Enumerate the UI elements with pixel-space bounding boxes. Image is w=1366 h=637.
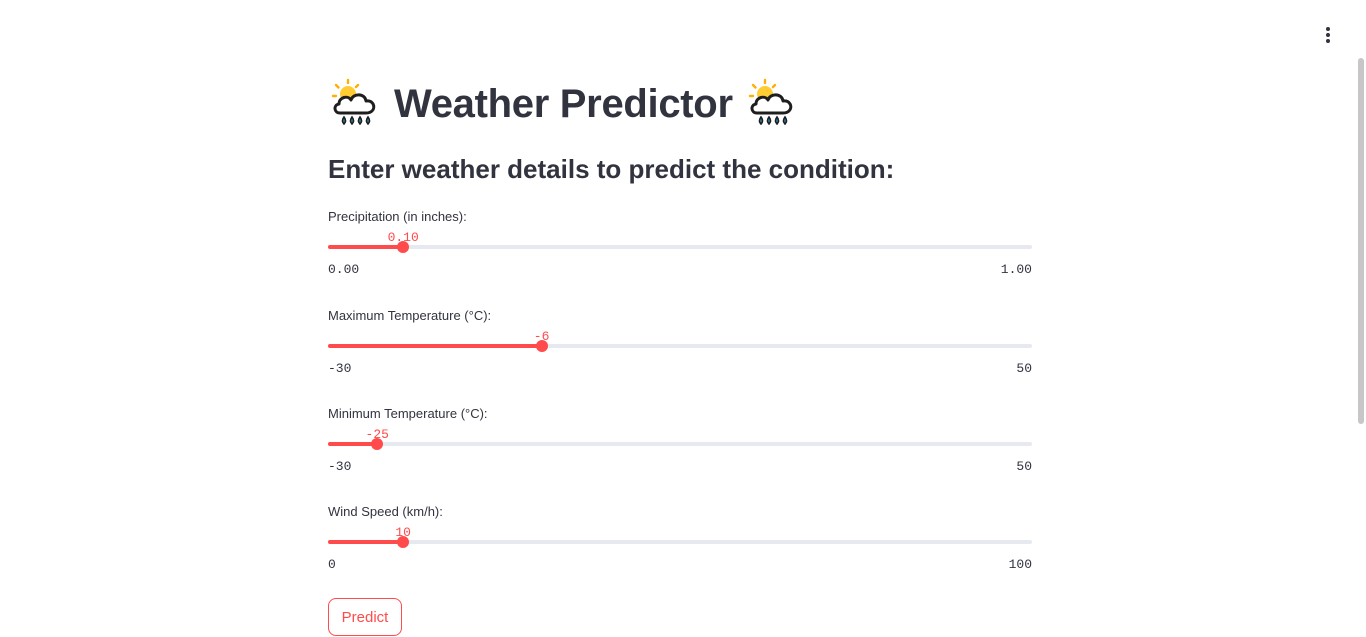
slider-label: Maximum Temperature (°C): — [328, 308, 492, 323]
main-menu-button[interactable] — [1316, 24, 1340, 46]
page-title: Weather Predictor — [328, 74, 799, 134]
slider-track-fill — [328, 344, 542, 348]
menu-dot — [1326, 33, 1330, 37]
slider-track-fill — [328, 245, 404, 249]
section-subtitle: Enter weather details to predict the con… — [328, 154, 895, 184]
slider-track-fill — [328, 442, 378, 446]
slider-max-label: 1.00 — [1000, 262, 1032, 277]
predict-button[interactable]: Predict — [328, 598, 402, 636]
slider-track[interactable] — [328, 245, 1032, 249]
title-text: Weather Predictor — [394, 81, 733, 126]
slider-thumb[interactable] — [535, 340, 548, 352]
slider-min-label: -30 — [328, 361, 352, 376]
slider-track[interactable] — [328, 344, 1032, 348]
slider-thumb[interactable] — [397, 241, 410, 253]
vertical-ellipsis-icon — [1326, 27, 1330, 31]
sun-behind-rain-cloud-icon — [745, 77, 799, 131]
slider-track[interactable] — [328, 540, 1032, 544]
slider-min-label: 0.00 — [328, 262, 360, 277]
slider-track-fill — [328, 540, 404, 544]
slider-label: Precipitation (in inches): — [328, 209, 467, 224]
slider-max-label: 50 — [1016, 361, 1032, 376]
slider-max-label: 50 — [1016, 459, 1032, 474]
slider-max-label: 100 — [1008, 557, 1032, 572]
scrollbar[interactable] — [1358, 58, 1364, 424]
menu-dot — [1326, 39, 1330, 43]
slider-min-label: 0 — [328, 557, 336, 572]
slider-thumb[interactable] — [397, 536, 410, 548]
sun-behind-rain-cloud-icon — [328, 77, 382, 131]
slider-min-label: -30 — [328, 459, 352, 474]
slider-label: Wind Speed (km/h): — [328, 504, 443, 519]
slider-thumb[interactable] — [371, 438, 384, 450]
slider-track[interactable] — [328, 442, 1032, 446]
slider-label: Minimum Temperature (°C): — [328, 406, 488, 421]
